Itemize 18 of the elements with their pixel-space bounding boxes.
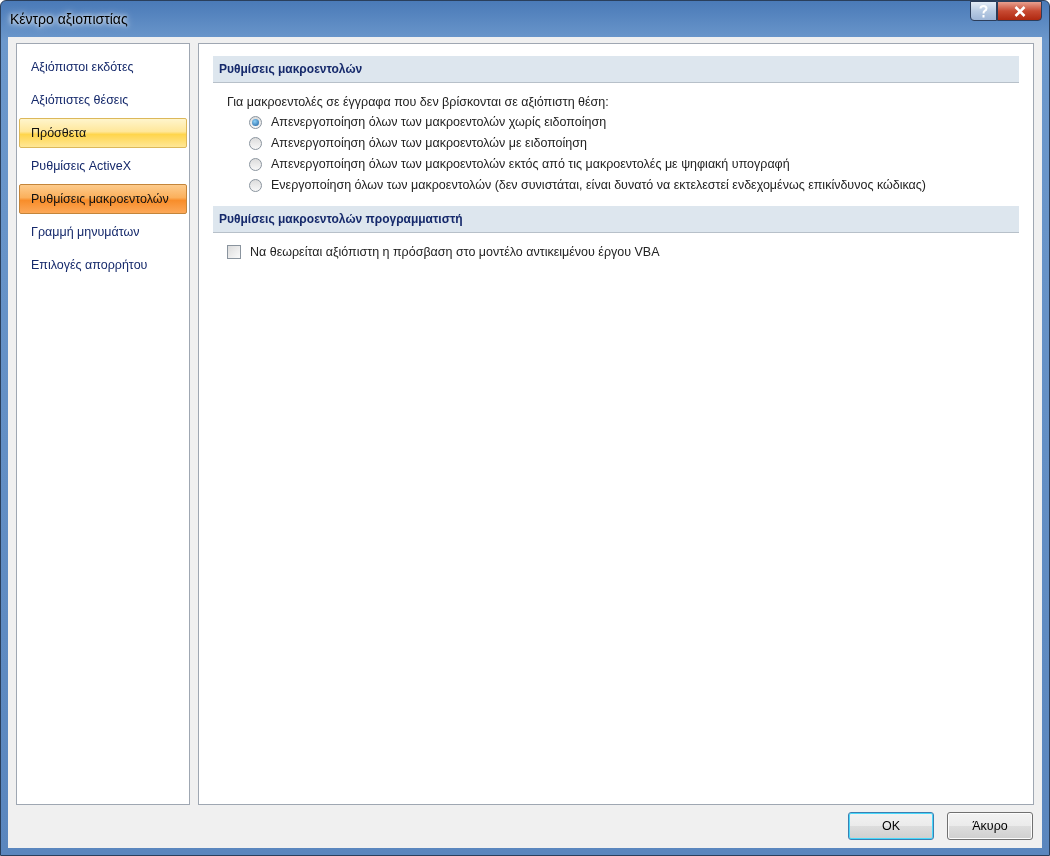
sidebar-item[interactable]: Ρυθμίσεις μακροεντολών [19, 184, 187, 214]
sidebar-item[interactable]: Γραμμή μηνυμάτων [19, 217, 187, 247]
sidebar-item[interactable]: Επιλογές απορρήτου [19, 250, 187, 280]
option-label: Να θεωρείται αξιόπιστη η πρόσβαση στο μοντέλο αντικειμένου έργου VBA [250, 245, 660, 259]
section-header: Ρυθμίσεις μακροεντολών προγραμματιστή [213, 206, 1019, 233]
intro-text: Για μακροεντολές σε έγγραφα που δεν βρίσκονται σε αξιόπιστη θέση: [227, 95, 610, 109]
option-label: Ενεργοποίηση όλων των μακροεντολών (δεν συνιστάται, είναι δυνατό να εκτελεστεί ενδεχομένως επικίνδυνος κώδικας) [271, 178, 926, 192]
sidebar-item[interactable]: Ρυθμίσεις ActiveX [19, 151, 187, 181]
window-title: Κέντρο αξιοπιστίας [9, 11, 128, 27]
sidebar-item[interactable]: Αξιόπιστοι εκδότες [19, 52, 187, 82]
section-header: Ρυθμίσεις μακροεντολών [213, 56, 1019, 83]
option-label: Απενεργοποίηση όλων των μακροεντολών με ειδοποίηση [271, 136, 587, 150]
sidebar-item[interactable]: Αξιόπιστες θέσεις [19, 85, 187, 115]
sidebar-item[interactable]: Πρόσθετα [19, 118, 187, 148]
option-label: Απενεργοποίηση όλων των μακροεντολών εκτός από τις μακροεντολές με ψηφιακή υπογραφή [271, 157, 790, 171]
cancel-button[interactable]: Άκυρο [947, 812, 1033, 840]
ok-button[interactable]: OK [848, 812, 934, 840]
option-label: Απενεργοποίηση όλων των μακροεντολών χωρίς ειδοποίηση [271, 115, 607, 129]
